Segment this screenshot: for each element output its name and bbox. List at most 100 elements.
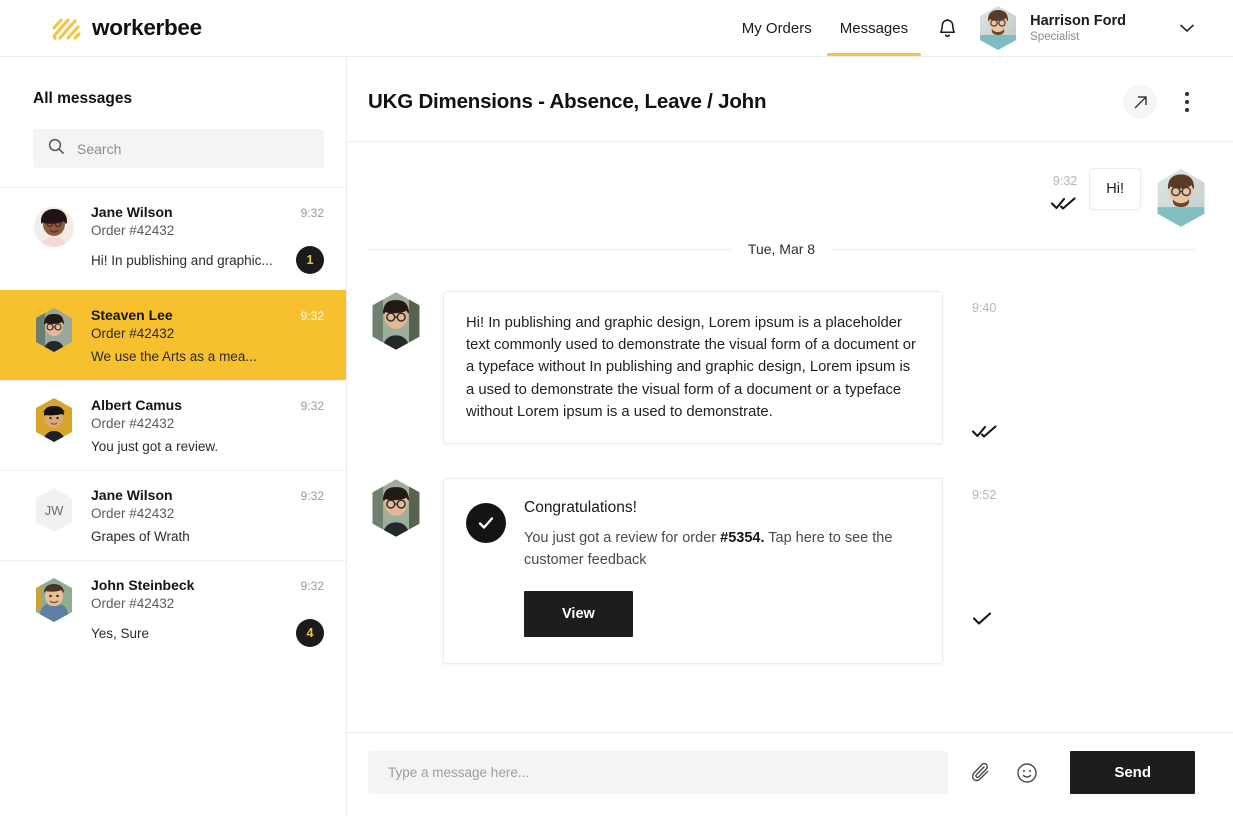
outgoing-meta: 9:32 — [1051, 168, 1077, 215]
conversation-time: 9:32 — [300, 579, 324, 593]
unread-badge: 1 — [296, 246, 324, 274]
conversation-item-jane-wilson-2[interactable]: JW Jane Wilson 9:32 Order #42432 Grapes … — [0, 470, 346, 560]
message-incoming-2: Congratulations! You just got a review f… — [368, 477, 1195, 665]
avatar-initials-text: JW — [44, 502, 64, 518]
conversation-order: Order #42432 — [91, 506, 175, 521]
avatar — [33, 577, 75, 623]
conversation-preview-row: Grapes of Wrath — [91, 529, 324, 544]
chat-header: UKG Dimensions - Absence, Leave / John — [347, 57, 1233, 142]
conversation-item-jane-wilson-1[interactable]: Jane Wilson 9:32 Order #42432 Hi! In pub… — [0, 187, 346, 290]
single-check-icon — [972, 612, 994, 630]
message-time: 9:40 — [972, 301, 997, 315]
double-check-icon — [1051, 197, 1077, 215]
message-time: 9:32 — [1052, 174, 1078, 188]
message-outgoing: 9:32 Hi! — [368, 142, 1205, 227]
conversation-sidebar: All messages Search Jane Wilson 9:32 Ord… — [0, 57, 347, 816]
conversation-preview-row: Yes, Sure 4 — [91, 619, 324, 647]
conversation-name: John Steinbeck — [91, 577, 195, 593]
conversation-preview: We use the Arts as a mea... — [91, 349, 257, 364]
message-time: 9:52 — [972, 487, 997, 502]
conversation-content: Albert Camus 9:32 Order #42432 You just … — [91, 397, 324, 454]
conversation-preview-row: Hi! In publishing and graphic... 1 — [91, 246, 324, 274]
nav-messages[interactable]: Messages — [826, 1, 922, 56]
conversation-content: Jane Wilson 9:32 Order #42432 Hi! In pub… — [91, 204, 324, 274]
workerbee-stripes-logo-icon — [51, 15, 81, 41]
card-title: Congratulations! — [524, 498, 637, 516]
date-label: Tue, Mar 8 — [747, 241, 816, 257]
avatar — [977, 5, 1019, 51]
conversation-item-john-steinbeck[interactable]: John Steinbeck 9:32 Order #42432 Yes, Su… — [0, 560, 346, 663]
message-incoming-1: Hi! In publishing and graphic design, Lo… — [368, 291, 1195, 444]
card-order-ref: #5354. — [720, 529, 765, 546]
avatar — [368, 291, 424, 351]
user-name: Harrison Ford — [1030, 12, 1126, 29]
conversation-item-albert-camus[interactable]: Albert Camus 9:32 Order #42432 You just … — [0, 380, 346, 470]
avatar — [1153, 168, 1205, 227]
chat-actions — [1123, 85, 1195, 119]
message-input[interactable] — [388, 765, 929, 780]
search-box[interactable] — [33, 129, 324, 168]
chevron-down-icon[interactable] — [1179, 23, 1195, 33]
conversation-order: Order #42432 — [91, 223, 175, 238]
conversation-name: Steaven Lee — [91, 307, 173, 323]
conversation-top: Steaven Lee 9:32 — [91, 307, 324, 323]
user-role: Specialist — [1030, 30, 1080, 43]
search-wrapper — [0, 108, 346, 168]
conversation-preview: Grapes of Wrath — [91, 529, 190, 544]
card-text: You just got a review for order #5354. T… — [524, 528, 920, 572]
conversation-preview: Hi! In publishing and graphic... — [91, 252, 273, 268]
conversation-time: 9:32 — [300, 489, 324, 503]
conversation-name: Jane Wilson — [91, 204, 173, 220]
conversation-content: John Steinbeck 9:32 Order #42432 Yes, Su… — [91, 577, 324, 647]
conversation-name: Albert Camus — [91, 397, 183, 413]
brand-name: workerbee — [92, 15, 202, 40]
header-nav: My Orders Messages Harrison Ford Special… — [728, 1, 1233, 56]
conversation-name: Jane Wilson — [91, 487, 173, 503]
message-composer: Send — [347, 732, 1233, 816]
search-input[interactable] — [77, 140, 309, 157]
incoming-meta-1: 9:40 — [971, 291, 1042, 443]
check-circle-icon — [466, 502, 506, 543]
divider-line-right — [831, 248, 1196, 250]
view-button[interactable]: View — [524, 591, 633, 638]
avatar — [33, 204, 75, 250]
message-input-wrapper[interactable] — [368, 751, 949, 794]
brand-logo[interactable]: workerbee — [0, 15, 202, 41]
double-check-icon — [971, 425, 998, 443]
conversation-top: Jane Wilson 9:32 — [91, 487, 324, 503]
conversation-preview-row: We use the Arts as a mea... — [91, 349, 324, 364]
avatar — [33, 307, 75, 353]
conversation-content: Jane Wilson 9:32 Order #42432 Grapes of … — [91, 487, 324, 544]
arrow-up-right-icon[interactable] — [1123, 85, 1157, 119]
incoming-meta-2: 9:52 — [972, 478, 1042, 630]
divider-line-left — [368, 248, 732, 250]
message-thread: 9:32 Hi! Tue, Mar 8 Hi! In publishing an… — [347, 142, 1233, 732]
conversation-order: Order #42432 — [91, 326, 175, 341]
search-icon — [48, 138, 65, 160]
conversation-preview: Yes, Sure — [91, 625, 150, 641]
card-body: Congratulations! You just got a review f… — [524, 499, 920, 638]
smiley-icon[interactable] — [1016, 762, 1038, 784]
conversation-content: Steaven Lee 9:32 Order #42432 We use the… — [91, 307, 324, 364]
avatar — [33, 397, 75, 443]
conversation-item-steaven-lee[interactable]: Steaven Lee 9:32 Order #42432 We use the… — [0, 290, 346, 380]
conversation-top: Jane Wilson 9:32 — [91, 204, 324, 220]
nav-my-orders[interactable]: My Orders — [728, 1, 826, 56]
app-root: workerbee My Orders Messages Harrison Fo… — [0, 0, 1233, 816]
conversation-top: John Steinbeck 9:32 — [91, 577, 324, 593]
user-meta: Harrison Ford Specialist — [1030, 12, 1126, 45]
unread-badge: 4 — [296, 619, 324, 647]
bell-icon[interactable] — [938, 18, 957, 39]
user-menu[interactable]: Harrison Ford Specialist — [977, 5, 1195, 51]
conversation-time: 9:32 — [300, 206, 324, 220]
paperclip-icon[interactable] — [972, 762, 992, 783]
conversation-preview: You just got a review. — [91, 439, 219, 454]
review-notification-card: Congratulations! You just got a review f… — [443, 477, 943, 665]
send-button[interactable]: Send — [1070, 751, 1195, 794]
conversation-top: Albert Camus 9:32 — [91, 397, 324, 413]
app-header: workerbee My Orders Messages Harrison Fo… — [0, 0, 1233, 57]
conversation-order: Order #42432 — [91, 596, 175, 611]
avatar-initials: JW — [33, 487, 75, 533]
more-vertical-icon[interactable] — [1179, 88, 1195, 116]
sidebar-title: All messages — [33, 90, 133, 107]
